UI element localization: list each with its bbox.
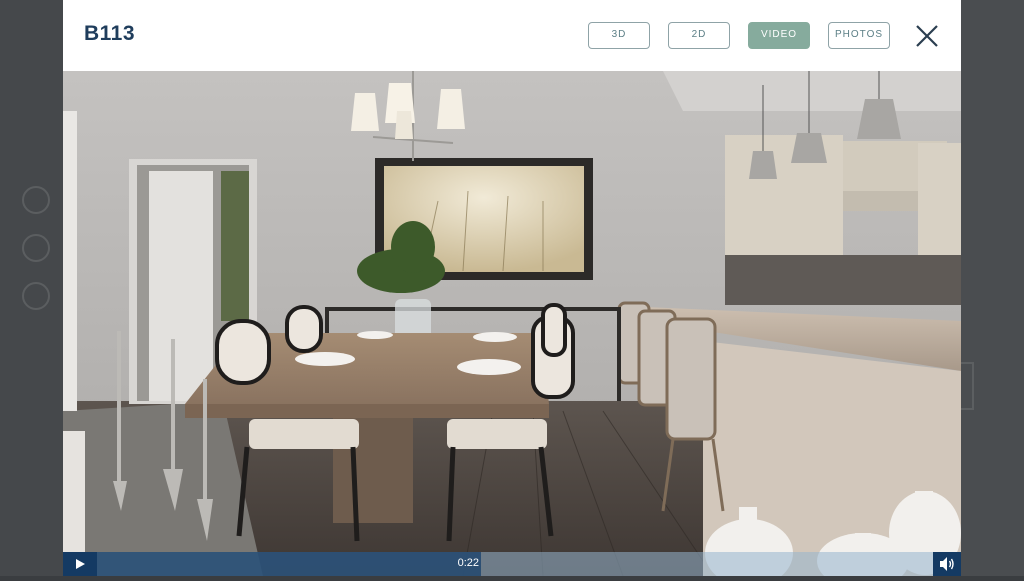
video-scene bbox=[63, 71, 961, 576]
modal-header: B113 3D 2D VIDEO PHOTOS bbox=[63, 0, 961, 71]
play-icon bbox=[76, 559, 85, 569]
current-time: 0:22 bbox=[457, 557, 479, 569]
background-sidebar bbox=[0, 0, 63, 576]
play-button[interactable] bbox=[63, 552, 97, 576]
progress-bar-fill bbox=[63, 552, 481, 576]
background-icon bbox=[22, 282, 50, 310]
close-icon bbox=[916, 25, 938, 47]
background-right-panel bbox=[946, 0, 1024, 576]
video-controls: 0:22 bbox=[63, 552, 961, 576]
background-icon bbox=[22, 186, 50, 214]
video-frame[interactable] bbox=[63, 71, 961, 576]
tab-3d[interactable]: 3D bbox=[588, 22, 650, 49]
unit-title: B113 bbox=[84, 22, 136, 45]
tab-2d[interactable]: 2D bbox=[668, 22, 730, 49]
close-button[interactable] bbox=[914, 23, 940, 49]
volume-icon bbox=[940, 557, 954, 571]
background-icon bbox=[22, 234, 50, 262]
tab-photos[interactable]: PHOTOS bbox=[828, 22, 890, 49]
unit-media-modal: B113 3D 2D VIDEO PHOTOS 0:22 bbox=[63, 0, 961, 576]
volume-button[interactable] bbox=[933, 552, 961, 576]
tab-video[interactable]: VIDEO bbox=[748, 22, 810, 49]
